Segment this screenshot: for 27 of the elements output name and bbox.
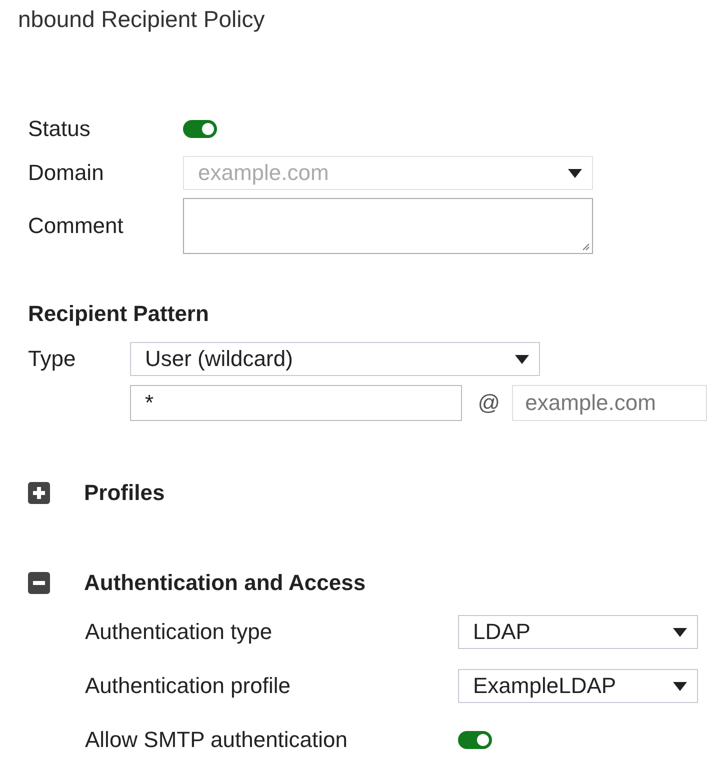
caret-icon	[568, 168, 582, 178]
dropdown[interactable]: ExampleLDAP	[458, 669, 698, 703]
field-label: Status	[28, 116, 92, 142]
comment-field[interactable]	[183, 198, 593, 254]
field-label: Comment	[28, 213, 124, 239]
page-title: nbound Recipient Policy	[18, 6, 266, 33]
caret-icon	[673, 628, 687, 636]
toggle-switch[interactable]	[183, 120, 217, 138]
local-part-field[interactable]: *	[130, 385, 462, 421]
domain-field[interactable]: example.com	[512, 385, 707, 421]
at-sign: @	[478, 390, 500, 416]
toggle-switch[interactable]	[458, 731, 492, 749]
resize-grip-icon	[580, 241, 590, 251]
dropdown[interactable]: LDAP	[458, 615, 698, 649]
section-heading: Recipient Pattern	[28, 301, 210, 327]
section-title[interactable]: Authentication and Access	[84, 570, 366, 596]
field-label: Allow SMTP authentication	[85, 727, 349, 753]
caret-icon	[515, 354, 529, 364]
section-title[interactable]: Profiles	[84, 480, 165, 506]
type-dropdown[interactable]: User (wildcard)	[130, 342, 540, 376]
field-label: Type	[28, 346, 77, 372]
collapse-icon[interactable]	[28, 572, 50, 594]
field-label: Domain	[28, 160, 105, 186]
field-label: Authentication profile	[85, 673, 292, 699]
caret-icon	[673, 682, 687, 690]
expand-icon[interactable]	[28, 482, 50, 504]
field-label: Authentication type	[85, 619, 274, 645]
